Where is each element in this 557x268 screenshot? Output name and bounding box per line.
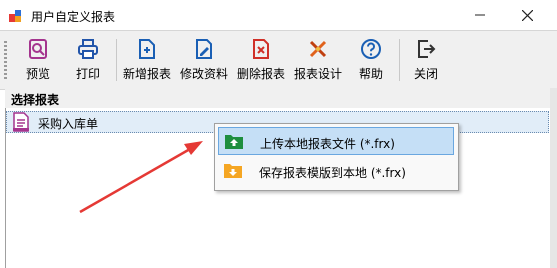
menu-item-save-template[interactable]: 保存报表模版到本地 (*.frx) xyxy=(218,157,454,185)
arrow-head xyxy=(184,141,203,155)
arrow-shaft xyxy=(79,147,191,214)
context-menu: 上传本地报表文件 (*.frx) 保存报表模版到本地 (*.frx) xyxy=(214,123,459,191)
menu-item-upload-label: 上传本地报表文件 (*.frx) xyxy=(260,137,395,151)
download-folder-icon xyxy=(224,164,242,178)
menu-item-save-template-label: 保存报表模版到本地 (*.frx) xyxy=(259,166,406,180)
menu-item-upload[interactable]: 上传本地报表文件 (*.frx) xyxy=(218,127,454,155)
upload-folder-icon xyxy=(225,135,243,149)
